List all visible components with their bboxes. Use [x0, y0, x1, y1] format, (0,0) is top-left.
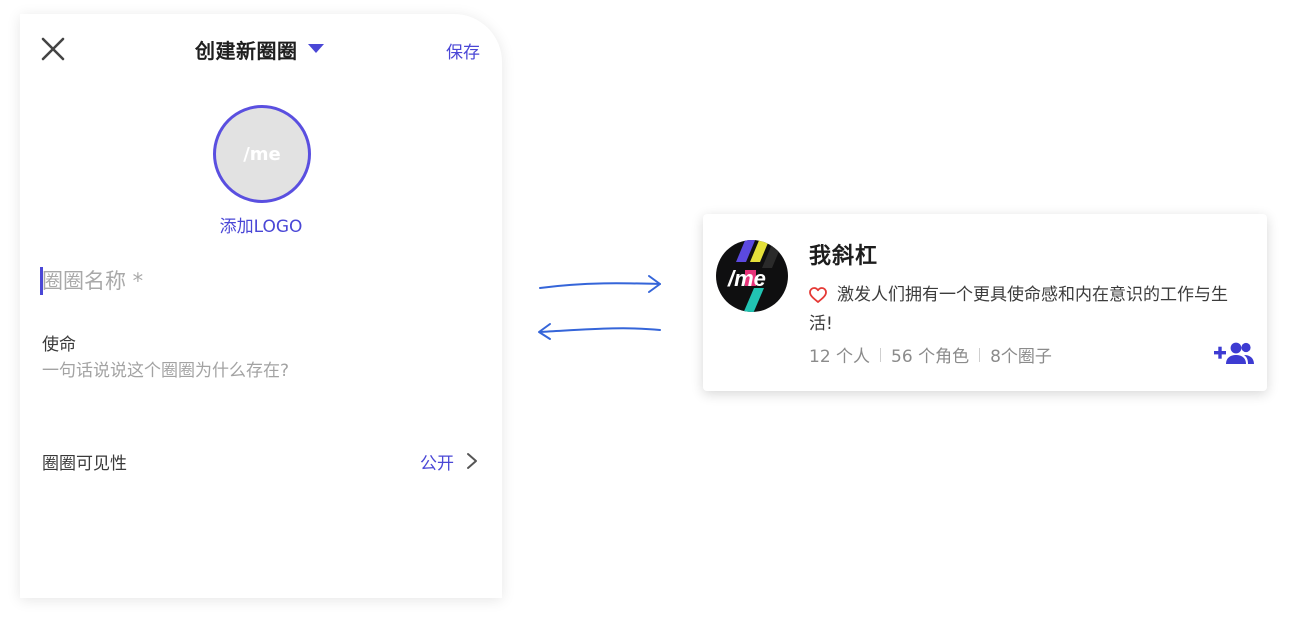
circle-avatar: /me: [716, 240, 788, 312]
chevron-right-icon: [467, 453, 477, 469]
visibility-label: 圈圈可见性: [42, 453, 127, 474]
mission-label: 使命: [42, 335, 76, 355]
add-member-icon: [1214, 342, 1254, 364]
stat-divider: [880, 347, 882, 362]
visibility-selector[interactable]: 公开: [420, 449, 478, 474]
title-dropdown[interactable]: 创建新圈圈: [195, 34, 324, 64]
visibility-setting-row[interactable]: 圈圈可见性 公开: [42, 446, 478, 476]
circle-name: 我斜杠: [809, 244, 879, 269]
add-logo-link[interactable]: 添加LOGO: [216, 212, 306, 237]
logo-upload-button[interactable]: /me: [213, 105, 311, 203]
close-button[interactable]: [40, 36, 66, 62]
stat-divider: [979, 347, 981, 362]
create-circle-panel: 创建新圈圈 保存 /me 添加LOGO 使命 圈圈可见性 公开: [20, 14, 502, 598]
stat-roles: 56 个角色: [891, 347, 970, 367]
stat-circles: 8个圈子: [990, 347, 1052, 367]
circle-stats: 12 个人 56 个角色 8个圈子: [809, 342, 1052, 367]
save-button[interactable]: 保存: [446, 38, 480, 63]
svg-text:/me: /me: [727, 266, 766, 291]
mission-input[interactable]: [42, 359, 462, 383]
circle-description: 激发人们拥有一个更具使命感和内在意识的工作与生活!: [809, 285, 1228, 334]
stat-members: 12 个人: [809, 347, 871, 367]
add-member-button[interactable]: [1214, 340, 1256, 366]
close-icon: [41, 37, 65, 61]
circle-card[interactable]: /me 我斜杠 激发人们拥有一个更具使命感和内在意识的工作与生活! 12 个人 …: [703, 214, 1267, 391]
caret-down-icon: [307, 44, 324, 53]
exchange-arrows-icon: [538, 275, 661, 340]
visibility-value: 公开: [420, 453, 454, 474]
circle-name-input[interactable]: [42, 266, 462, 296]
logo-placeholder-text: /me: [243, 143, 281, 165]
circle-name-field-wrap: [40, 266, 470, 300]
page-title: 创建新圈圈: [195, 38, 298, 63]
